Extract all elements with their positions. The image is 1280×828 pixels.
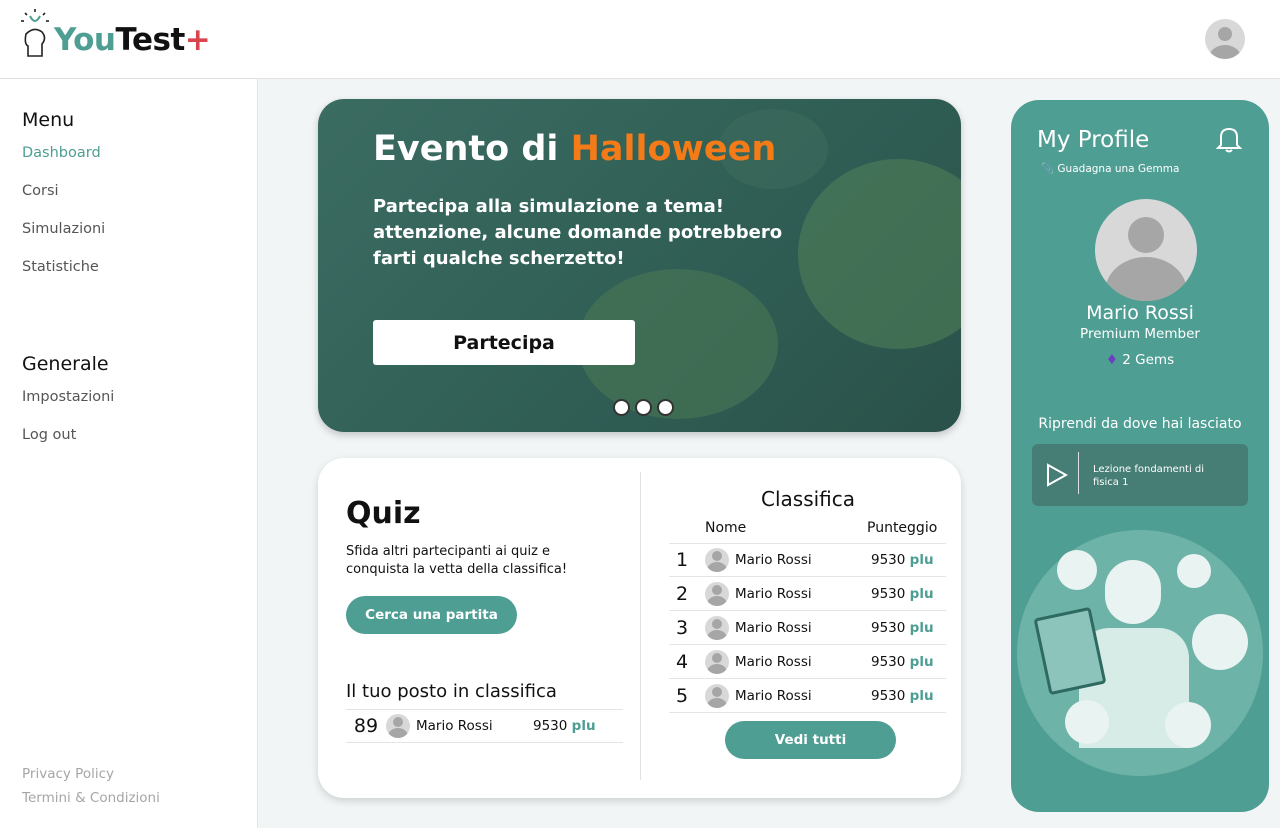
lesson-title: Lezione fondamenti di fisica 1	[1093, 464, 1205, 488]
leaderboard-row: 5 Mario Rossi 9530 plu	[669, 679, 946, 713]
sidebar-item-statistiche[interactable]: Statistiche	[22, 259, 99, 275]
my-rank-row: 89 Mario Rossi 9530 plu	[346, 709, 623, 743]
carousel-dots	[613, 399, 674, 416]
avatar	[705, 615, 729, 640]
pumpkin-decoration	[798, 159, 961, 349]
paperclip-icon: 📎	[1041, 163, 1055, 175]
logo[interactable]: YouTest+	[20, 8, 211, 58]
avatar	[705, 683, 729, 708]
col-name-header: Nome	[705, 520, 747, 536]
avatar	[705, 581, 729, 606]
top-header: YouTest+	[0, 0, 1280, 79]
bell-icon[interactable]	[1216, 125, 1242, 153]
carousel-dot[interactable]	[613, 399, 630, 416]
rank-number: 2	[675, 582, 689, 605]
col-score-header: Punteggio	[867, 520, 938, 536]
sidebar-item-dashboard[interactable]: Dashboard	[22, 145, 101, 161]
rank-number: 1	[675, 549, 689, 571]
player-score: 9530 plu	[871, 552, 934, 568]
resume-title: Riprendi da dove hai lasciato	[1038, 416, 1242, 432]
logo-head-stethoscope-icon	[21, 9, 49, 57]
logo-plus: +	[184, 22, 211, 58]
profile-avatar[interactable]	[1095, 199, 1197, 301]
partecipa-button[interactable]: Partecipa	[373, 320, 635, 365]
player-name: Mario Rossi	[735, 653, 812, 670]
player-score: 9530 plu	[871, 619, 934, 636]
quiz-card: Quiz Sfida altri partecipanti ai quiz e …	[318, 458, 961, 798]
player-name: Mario Rossi	[735, 585, 812, 602]
rank-number: 5	[675, 684, 689, 707]
find-match-button[interactable]: Cerca una partita	[346, 596, 517, 634]
player-name: Mario Rossi	[416, 718, 493, 734]
player-score: 9530 plu	[871, 585, 934, 602]
user-avatar[interactable]	[1205, 19, 1245, 59]
leaderboard-row: 2 Mario Rossi 9530 plu	[669, 577, 946, 611]
play-icon[interactable]	[1046, 463, 1068, 487]
profile-title: My Profile	[1037, 127, 1150, 153]
leaderboard-row: 4 Mario Rossi 9530 plu	[669, 645, 946, 679]
sidebar-item-corsi[interactable]: Corsi	[22, 183, 59, 199]
menu-heading: Menu	[22, 109, 75, 131]
earn-gem-link[interactable]: 📎 Guadagna una Gemma	[1041, 162, 1179, 175]
rank-number: 3	[675, 616, 689, 639]
gems-count: ♦ 2 Gems	[1105, 352, 1175, 368]
resume-lesson-card[interactable]: Lezione fondamenti di fisica 1	[1032, 444, 1248, 506]
leaderboard-title: Classifica	[761, 487, 856, 511]
player-name: Mario Rossi	[735, 552, 812, 568]
player-name: Mario Rossi	[735, 687, 812, 704]
profile-name: Mario Rossi	[1086, 302, 1194, 324]
player-name: Mario Rossi	[735, 619, 812, 636]
rank-number: 89	[353, 715, 379, 737]
player-score: 9530 plu	[871, 653, 934, 670]
divider	[640, 472, 641, 780]
avatar	[386, 714, 410, 738]
sidebar-item-logout[interactable]: Log out	[22, 427, 76, 443]
view-all-button[interactable]: Vedi tutti	[725, 721, 896, 759]
banner-text: Partecipa alla simulazione a tema! atten…	[373, 196, 783, 269]
gem-icon: ♦	[1105, 352, 1118, 368]
quiz-description: Sfida altri partecipanti ai quiz e conqu…	[346, 544, 568, 577]
doctor-illustration	[1017, 530, 1263, 776]
leaderboard-row: 3 Mario Rossi 9530 plu	[669, 611, 946, 645]
logo-text-you: You	[54, 22, 116, 58]
privacy-policy-link[interactable]: Privacy Policy	[22, 766, 114, 782]
sidebar: Menu Dashboard Corsi Simulazioni Statist…	[0, 79, 258, 828]
logo-text-test: Test	[115, 22, 185, 58]
my-rank-title: Il tuo posto in classifica	[346, 681, 557, 702]
sidebar-item-impostazioni[interactable]: Impostazioni	[22, 389, 114, 405]
membership-level: Premium Member	[1080, 326, 1200, 342]
divider	[1078, 452, 1079, 494]
quiz-title: Quiz	[346, 496, 421, 531]
avatar	[705, 548, 729, 572]
player-score: 9530 plu	[871, 687, 934, 704]
sidebar-item-simulazioni[interactable]: Simulazioni	[22, 221, 105, 237]
rank-number: 4	[675, 650, 689, 673]
banner-title: Evento di Halloween	[373, 129, 777, 169]
carousel-dot[interactable]	[635, 399, 652, 416]
leaderboard-row: 1 Mario Rossi 9530 plu	[669, 543, 946, 577]
carousel-dot[interactable]	[657, 399, 674, 416]
halloween-event-banner: Evento di Halloween Partecipa alla simul…	[318, 99, 961, 432]
avatar	[705, 649, 729, 674]
profile-panel: My Profile 📎 Guadagna una Gemma Mario Ro…	[1011, 100, 1269, 812]
player-score: 9530 plu	[533, 718, 596, 734]
terms-link[interactable]: Termini & Condizioni	[22, 790, 160, 806]
general-heading: Generale	[22, 353, 109, 375]
